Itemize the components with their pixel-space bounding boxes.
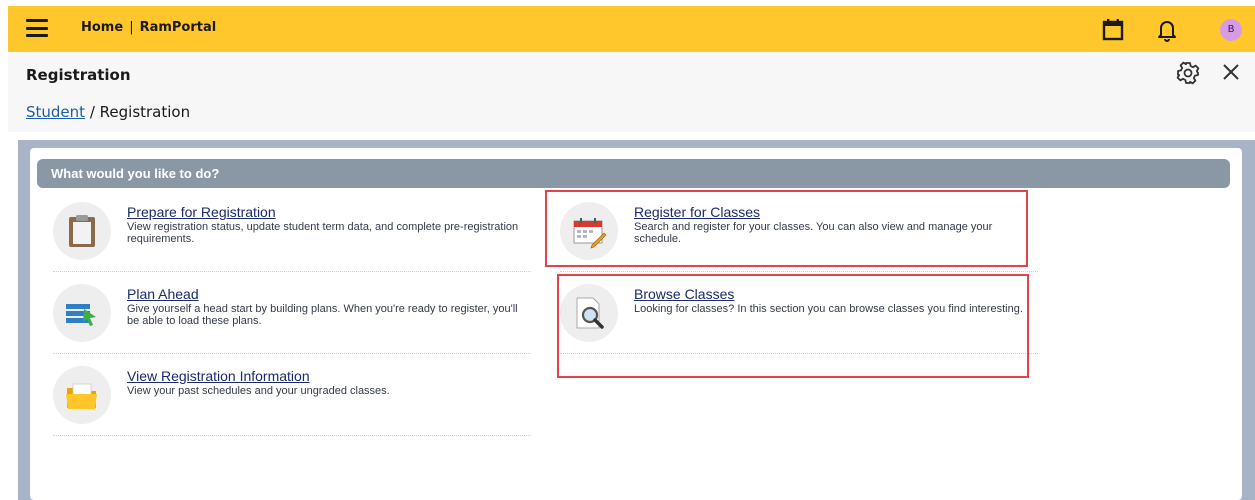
portal-breadcrumb: Home | RamPortal (81, 20, 216, 35)
close-icon[interactable] (1221, 62, 1241, 87)
hamburger-menu-icon[interactable] (26, 19, 48, 37)
item-title[interactable]: Prepare for Registration (127, 204, 276, 220)
item-title[interactable]: Plan Ahead (127, 286, 199, 302)
portal-separator: | (129, 20, 134, 35)
portal-name: RamPortal (139, 20, 217, 35)
item-description: Give yourself a head start by building p… (127, 303, 518, 327)
home-link[interactable]: Home (81, 20, 123, 35)
gear-icon[interactable] (1175, 60, 1201, 91)
user-avatar[interactable]: B (1220, 19, 1242, 41)
window-left-edge (0, 0, 8, 500)
card-header: What would you like to do? (37, 159, 1230, 188)
breadcrumb-current: Registration (99, 103, 191, 121)
view-registration-information-item[interactable]: View Registration Information View your … (53, 356, 531, 436)
page-title: Registration (26, 66, 131, 84)
plan-ahead-item[interactable]: Plan Ahead Give yourself a head start by… (53, 274, 531, 354)
top-navigation-bar: Home | RamPortal B (8, 6, 1255, 52)
clipboard-icon (53, 202, 111, 260)
prepare-for-registration-item[interactable]: Prepare for Registration View registrati… (53, 192, 531, 272)
breadcrumb-separator: / (85, 103, 100, 121)
breadcrumb-student-link[interactable]: Student (26, 103, 85, 121)
breadcrumb: Student / Registration (26, 103, 190, 121)
highlight-register-for-classes (545, 190, 1028, 267)
item-title[interactable]: View Registration Information (127, 368, 310, 384)
highlight-browse-classes (557, 274, 1029, 378)
item-description: View your past schedules and your ungrad… (127, 385, 390, 397)
calendar-icon[interactable] (1102, 18, 1124, 47)
plan-list-icon (53, 284, 111, 342)
bell-icon[interactable] (1157, 18, 1177, 47)
folder-icon (53, 366, 111, 424)
page-header: Registration Student / Registration (8, 52, 1255, 132)
item-description: View registration status, update student… (127, 221, 519, 245)
